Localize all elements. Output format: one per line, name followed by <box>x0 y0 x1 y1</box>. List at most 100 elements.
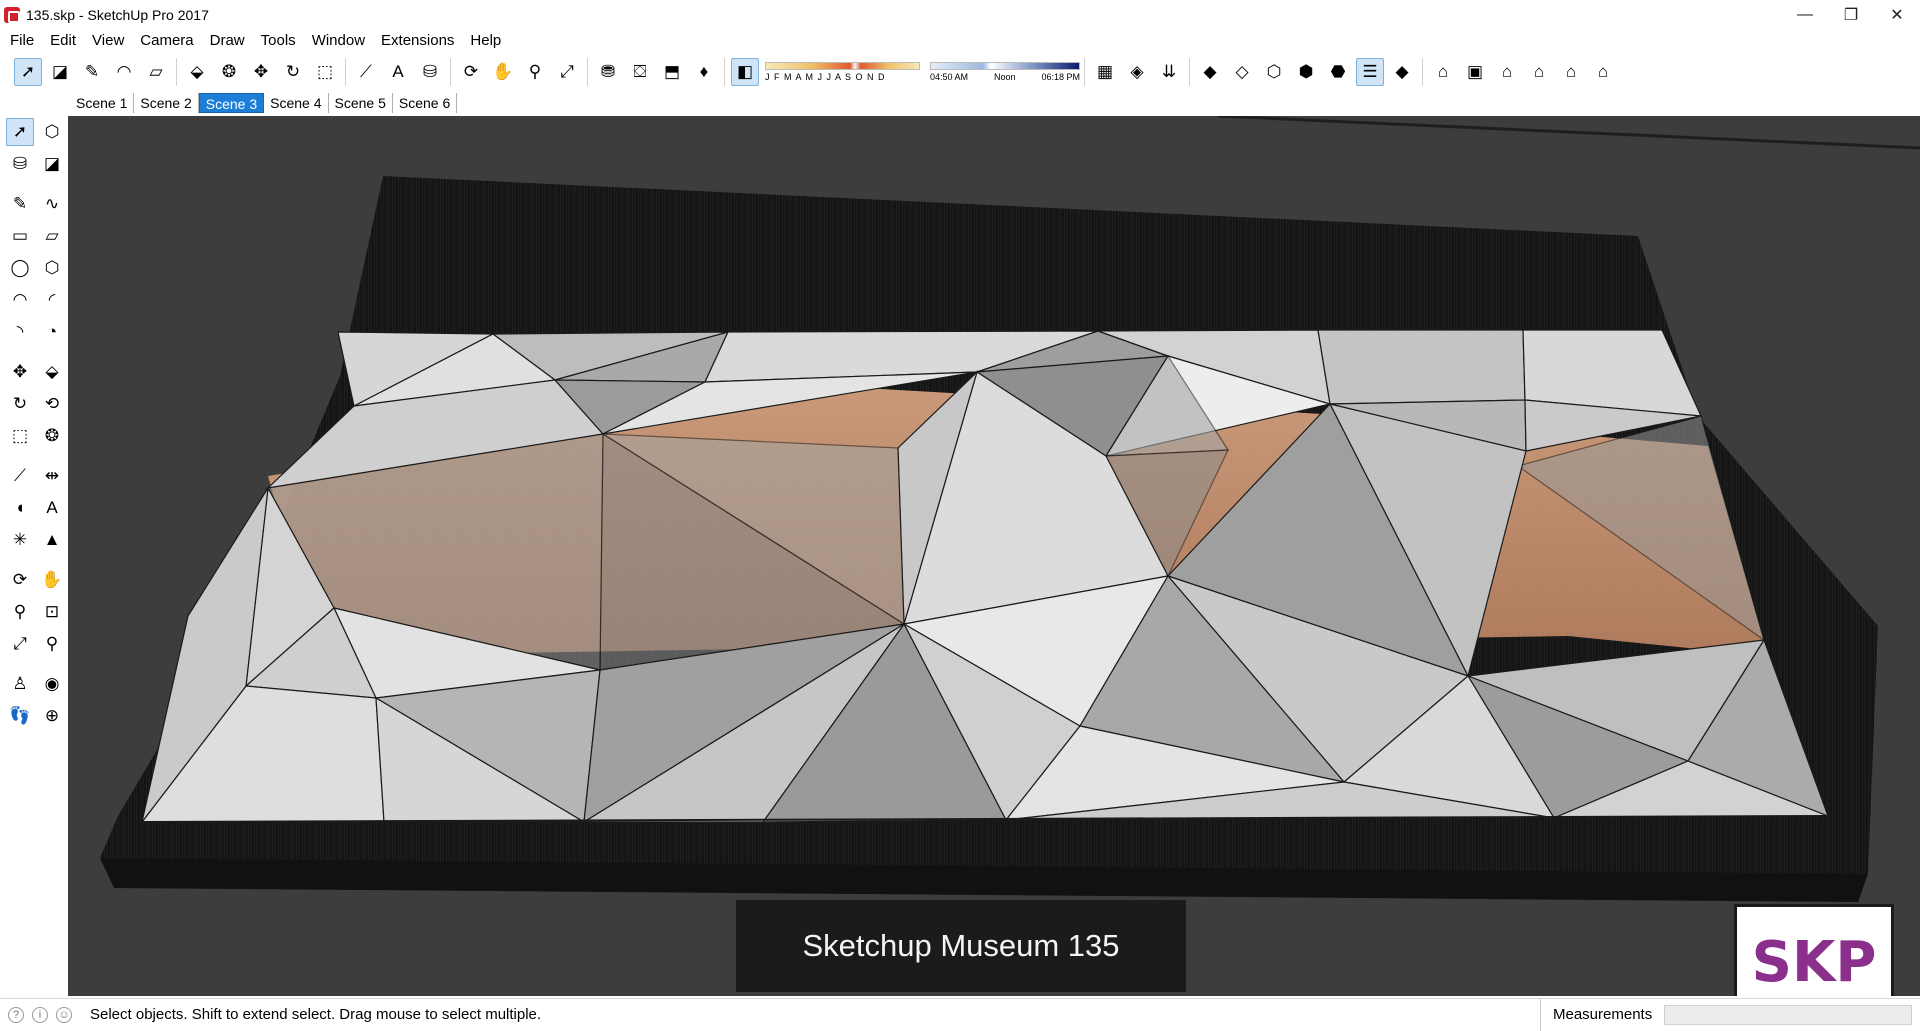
paint-bucket-icon[interactable]: ⛁ <box>416 58 444 86</box>
tab-scene-5[interactable]: Scene 5 <box>329 93 393 113</box>
menu-view[interactable]: View <box>84 30 132 52</box>
style-hidden-line-icon[interactable]: ⬡ <box>1260 58 1288 86</box>
arc-icon[interactable]: ◠ <box>6 286 34 314</box>
menu-window[interactable]: Window <box>304 30 373 52</box>
section-icon[interactable]: ⇊ <box>1155 58 1183 86</box>
time-slider[interactable]: 04:50 AM Noon 06:18 PM <box>930 58 1080 86</box>
eraser-tool-icon[interactable]: ◪ <box>46 58 74 86</box>
arc-tool-icon[interactable]: ◠ <box>110 58 138 86</box>
drawing-viewport[interactable]: Sketchup Museum 135 SKP <box>68 116 1920 996</box>
tape-measure-icon[interactable]: ⟋ <box>6 462 34 490</box>
measurements-input[interactable] <box>1664 1005 1912 1025</box>
menu-extensions[interactable]: Extensions <box>373 30 462 52</box>
rectangle-icon[interactable]: ▭ <box>6 222 34 250</box>
minimize-button[interactable]: — <box>1782 0 1828 30</box>
menu-draw[interactable]: Draw <box>202 30 253 52</box>
orbit-tool-icon[interactable]: ⟳ <box>457 58 485 86</box>
three-point-arc-icon[interactable]: ◝ <box>6 318 34 346</box>
zoom-tool-icon[interactable]: ⚲ <box>521 58 549 86</box>
style-monochrome-icon[interactable]: ☰ <box>1356 58 1384 86</box>
line-icon[interactable]: ✎ <box>6 190 34 218</box>
zoom-extents-icon[interactable]: ⤢ <box>6 630 34 658</box>
top-view-icon[interactable]: ▣ <box>1461 58 1489 86</box>
orbit-icon[interactable]: ⟳ <box>6 566 34 594</box>
rectangle-tool-icon[interactable]: ▱ <box>142 58 170 86</box>
tab-scene-1[interactable]: Scene 1 <box>70 93 135 113</box>
tape-measure-icon[interactable]: ⟋ <box>352 58 380 86</box>
tab-scene-6[interactable]: Scene 6 <box>393 93 458 113</box>
pie-icon[interactable]: ◔ <box>38 318 66 346</box>
walk-icon[interactable]: 👣 <box>6 702 34 730</box>
position-camera-icon[interactable]: ♙ <box>6 670 34 698</box>
menu-camera[interactable]: Camera <box>132 30 201 52</box>
make-component-icon[interactable]: ⬡ <box>38 118 66 146</box>
move-tool-icon[interactable]: ✥ <box>247 58 275 86</box>
style-wireframe-icon[interactable]: ◇ <box>1228 58 1256 86</box>
tab-scene-4[interactable]: Scene 4 <box>264 93 329 113</box>
eraser-icon[interactable]: ◪ <box>38 150 66 178</box>
move-icon[interactable]: ✥ <box>6 358 34 386</box>
style-shaded-icon[interactable]: ⬢ <box>1292 58 1320 86</box>
menu-file[interactable]: File <box>2 30 42 52</box>
restore-button[interactable]: ❐ <box>1828 0 1874 30</box>
share-model-icon[interactable]: ⬒ <box>658 58 686 86</box>
two-point-arc-icon[interactable]: ◜ <box>38 286 66 314</box>
zoom-window-icon[interactable]: ⊡ <box>38 598 66 626</box>
offset-icon[interactable]: ❂ <box>38 422 66 450</box>
style-xray-icon[interactable]: ◆ <box>1196 58 1224 86</box>
right-view-icon[interactable]: ⌂ <box>1525 58 1553 86</box>
freehand-icon[interactable]: ∿ <box>38 190 66 218</box>
pan-icon[interactable]: ✋ <box>38 566 66 594</box>
offset-tool-icon[interactable]: ❂ <box>215 58 243 86</box>
back-view-icon[interactable]: ⌂ <box>1557 58 1585 86</box>
section-plane-icon[interactable]: ⊕ <box>38 702 66 730</box>
menu-edit[interactable]: Edit <box>42 30 84 52</box>
protractor-icon[interactable]: ◖ <box>6 494 34 522</box>
style-monochrome-alt-icon[interactable]: ◆ <box>1388 58 1416 86</box>
month-slider[interactable]: J F M A M J J A S O N D <box>765 58 920 86</box>
menu-help[interactable]: Help <box>462 30 509 52</box>
rotate-tool-icon[interactable]: ↻ <box>279 58 307 86</box>
select-tool-icon[interactable]: ➚ <box>14 58 42 86</box>
circle-icon[interactable]: ◯ <box>6 254 34 282</box>
follow-me-icon[interactable]: ⟲ <box>38 390 66 418</box>
tab-scene-2[interactable]: Scene 2 <box>134 93 199 113</box>
user-account-icon[interactable]: ☺ <box>56 1006 72 1023</box>
shadow-toggle-icon[interactable]: ◧ <box>731 58 759 86</box>
push-pull-icon[interactable]: ⬙ <box>38 358 66 386</box>
three-d-text-icon[interactable]: ▲ <box>38 526 66 554</box>
polygon-icon[interactable]: ⬡ <box>38 254 66 282</box>
ruby-console-icon[interactable]: ♦ <box>690 58 718 86</box>
scale-icon[interactable]: ⬚ <box>6 422 34 450</box>
rotate-icon[interactable]: ↻ <box>6 390 34 418</box>
text-tool-icon[interactable]: A <box>384 58 412 86</box>
push-pull-tool-icon[interactable]: ⬙ <box>183 58 211 86</box>
front-view-icon[interactable]: ⌂ <box>1493 58 1521 86</box>
scale-tool-icon[interactable]: ⬚ <box>311 58 339 86</box>
rotated-rectangle-icon[interactable]: ▱ <box>38 222 66 250</box>
zoom-extents-icon[interactable]: ⤢ <box>553 58 581 86</box>
pan-tool-icon[interactable]: ✋ <box>489 58 517 86</box>
warehouse-icon[interactable]: ⛃ <box>594 58 622 86</box>
axes-icon[interactable]: ✳ <box>6 526 34 554</box>
close-button[interactable]: ✕ <box>1874 0 1920 30</box>
geo-location-icon[interactable]: ? <box>8 1006 24 1023</box>
menu-tools[interactable]: Tools <box>253 30 304 52</box>
back-edges-icon[interactable]: ◈ <box>1123 58 1151 86</box>
select-icon[interactable]: ➚ <box>6 118 34 146</box>
xray-icon[interactable]: ▦ <box>1091 58 1119 86</box>
tab-scene-3[interactable]: Scene 3 <box>198 93 265 113</box>
left-view-icon[interactable]: ⌂ <box>1589 58 1617 86</box>
look-around-icon[interactable]: ◉ <box>38 670 66 698</box>
previous-view-icon[interactable]: ⚲ <box>38 630 66 658</box>
dimension-icon[interactable]: ⇹ <box>38 462 66 490</box>
paint-bucket-icon[interactable]: ⛁ <box>6 150 34 178</box>
time-start: 04:50 AM <box>930 72 969 82</box>
credits-icon[interactable]: i <box>32 1006 48 1023</box>
zoom-icon[interactable]: ⚲ <box>6 598 34 626</box>
text-icon[interactable]: A <box>38 494 66 522</box>
iso-view-icon[interactable]: ⌂ <box>1429 58 1457 86</box>
line-tool-icon[interactable]: ✎ <box>78 58 106 86</box>
style-textured-icon[interactable]: ⬣ <box>1324 58 1352 86</box>
extension-warehouse-icon[interactable]: ⛋ <box>626 58 654 86</box>
